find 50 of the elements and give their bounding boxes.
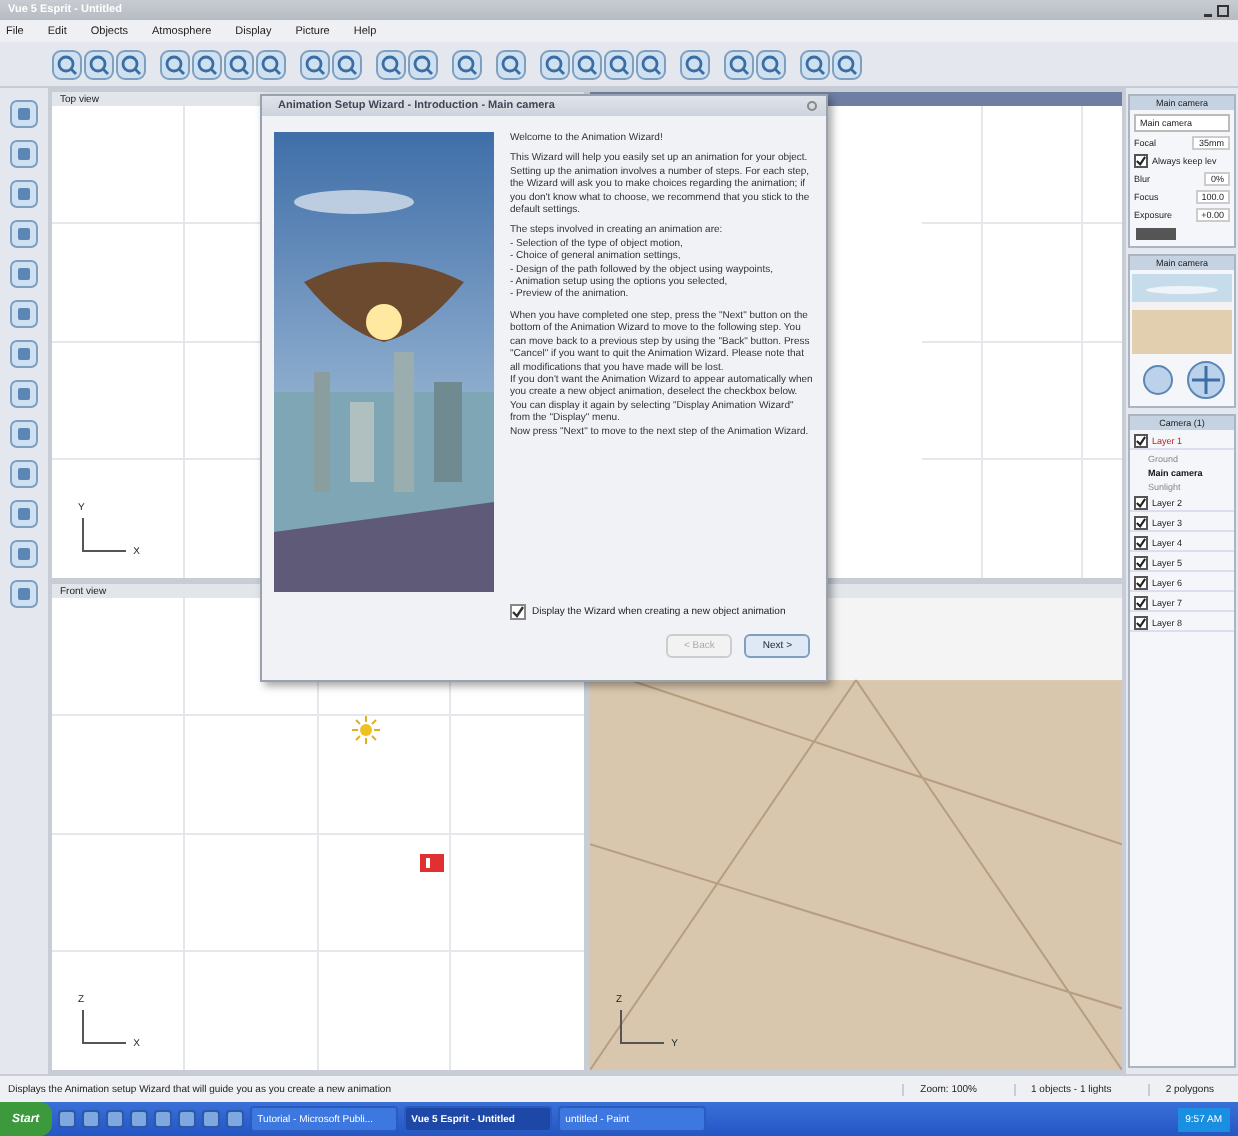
tool-icon[interactable] [604,49,634,79]
tool-icon[interactable] [680,49,710,79]
tool-icon[interactable] [636,49,666,79]
close-icon[interactable] [806,100,818,112]
tool-icon[interactable] [10,260,38,288]
tool-icon[interactable] [10,580,38,608]
tool-icon[interactable] [832,49,862,79]
tool-icon[interactable] [10,220,38,248]
checkbox[interactable] [1134,596,1148,610]
checkbox[interactable] [1134,556,1148,570]
checkbox[interactable] [1134,536,1148,550]
tool-icon[interactable] [376,49,406,79]
tool-icon[interactable] [10,540,38,568]
checkbox[interactable] [1134,576,1148,590]
checkbox[interactable] [1134,434,1148,448]
tool-icon[interactable] [10,380,38,408]
tool-icon[interactable] [10,420,38,448]
tool-icon[interactable] [224,49,254,79]
tool-icon[interactable] [724,49,754,79]
camera-object-icon [420,854,444,872]
checkbox[interactable] [1134,154,1148,168]
tool-icon[interactable] [800,49,830,79]
tool-icon[interactable] [10,140,38,168]
tool-icon[interactable] [408,49,438,79]
tool-icon[interactable] [192,49,222,79]
checkbox[interactable] [1134,496,1148,510]
window-controls-icon[interactable] [1202,3,1230,17]
checkbox[interactable] [1134,616,1148,630]
tool-icon[interactable] [160,49,190,79]
tool-icon[interactable] [10,100,38,128]
tool-icon[interactable] [10,180,38,208]
checkbox[interactable] [1134,516,1148,530]
tool-icon[interactable] [256,49,286,79]
sun-icon [352,716,380,744]
tool-icon[interactable] [540,49,570,79]
tool-icon[interactable] [10,340,38,368]
tool-icon[interactable] [300,49,330,79]
tool-icon[interactable] [496,49,526,79]
tool-icon[interactable] [10,460,38,488]
color-swatch[interactable] [1136,228,1176,240]
tool-icon[interactable] [10,500,38,528]
tool-icon[interactable] [84,49,114,79]
tool-icon[interactable] [332,49,362,79]
tool-icon[interactable] [10,300,38,328]
tool-icon[interactable] [116,49,146,79]
tool-icon[interactable] [572,49,602,79]
tool-icon[interactable] [452,49,482,79]
tool-icon[interactable] [52,49,82,79]
checkbox[interactable] [510,604,526,620]
tool-icon[interactable] [756,49,786,79]
